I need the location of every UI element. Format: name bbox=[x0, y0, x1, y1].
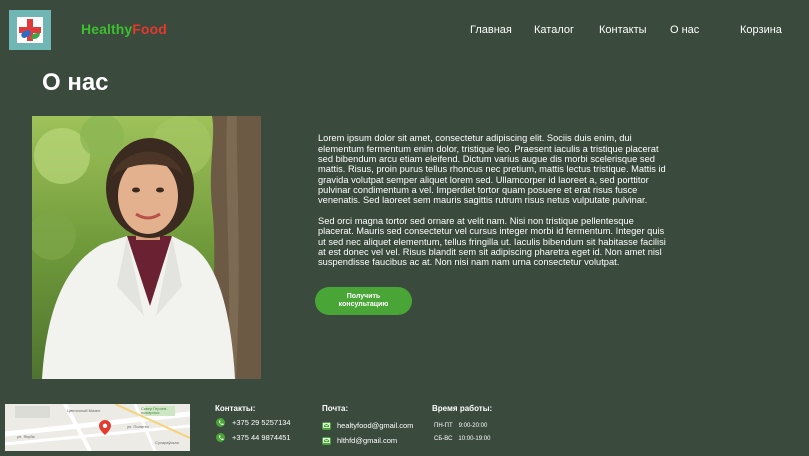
map-label: Цветочный Мазел bbox=[67, 408, 101, 413]
consultation-button[interactable]: Получить консультацию bbox=[315, 287, 412, 315]
nav-item-home[interactable]: Главная bbox=[470, 24, 512, 36]
email-address: hlthfd@gmail.com bbox=[337, 436, 398, 445]
phone-icon bbox=[216, 433, 225, 442]
hours-days: СБ-ВС bbox=[434, 436, 453, 442]
about-paragraph-2: Sed orci magna tortor sed ornare at veli… bbox=[318, 216, 666, 268]
contacts-heading: Контакты: bbox=[215, 404, 256, 413]
phone-row[interactable]: +375 29 5257134 bbox=[216, 418, 291, 427]
consultation-button-label: Получить консультацию bbox=[338, 293, 389, 308]
phone-icon bbox=[216, 418, 225, 427]
hours-heading: Время работы: bbox=[432, 404, 493, 413]
nav-item-catalog[interactable]: Каталог bbox=[534, 24, 574, 36]
about-text: Lorem ipsum dolor sit amet, consectetur … bbox=[318, 123, 668, 278]
phone-row[interactable]: +375 44 9874451 bbox=[216, 433, 291, 442]
portrait-photo bbox=[32, 116, 261, 379]
hours-row: ПН-ПТ 9:00-20:00 bbox=[434, 423, 487, 429]
map-pin-icon[interactable] bbox=[99, 420, 111, 435]
map-label: ул. Политех bbox=[127, 424, 149, 429]
hours-time: 10:00-19:00 bbox=[458, 436, 491, 442]
nav-item-contacts[interactable]: Контакты bbox=[599, 24, 647, 36]
map-label: ул. Якуба bbox=[17, 434, 35, 439]
email-row[interactable]: hlthfd@gmail.com bbox=[322, 436, 397, 445]
map-label: Сквер Героев-пожарных bbox=[141, 406, 168, 415]
phone-number: +375 44 9874451 bbox=[232, 433, 291, 442]
about-paragraph-1: Lorem ipsum dolor sit amet, consectetur … bbox=[318, 133, 666, 206]
hours-row: СБ-ВС 10:00-19:00 bbox=[434, 436, 490, 442]
email-row[interactable]: healtyfood@gmail.com bbox=[322, 421, 413, 430]
nav-item-cart[interactable]: Корзина bbox=[740, 24, 782, 36]
hours-days: ПН-ПТ bbox=[434, 423, 453, 429]
location-map[interactable]: Цветочный Мазел Сквер Героев-пожарных ул… bbox=[5, 404, 190, 451]
nav-item-about[interactable]: О нас bbox=[670, 24, 699, 36]
hours-time: 9:00-20:00 bbox=[458, 423, 488, 429]
map-label: Сухараўская bbox=[155, 440, 179, 445]
phone-number: +375 29 5257134 bbox=[232, 418, 291, 427]
envelope-icon bbox=[322, 436, 331, 445]
email-address: healtyfood@gmail.com bbox=[337, 421, 414, 430]
envelope-icon bbox=[322, 421, 331, 430]
page-title: О нас bbox=[42, 69, 109, 96]
mail-heading: Почта: bbox=[322, 404, 349, 413]
main-nav: Главная Каталог Контакты О нас Корзина bbox=[0, 24, 809, 40]
